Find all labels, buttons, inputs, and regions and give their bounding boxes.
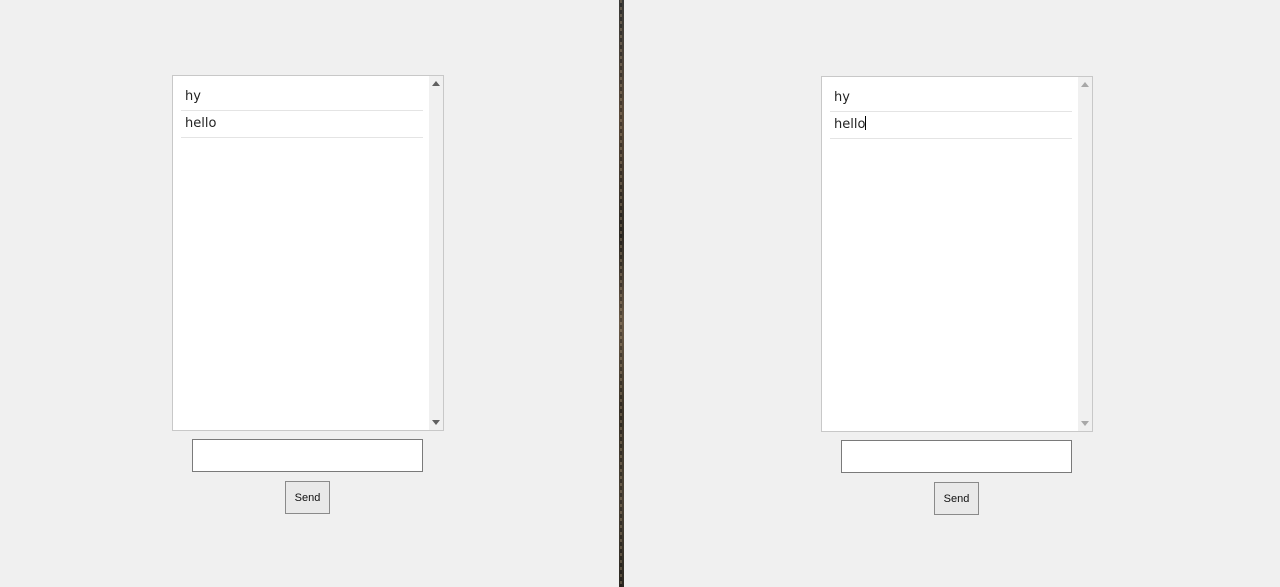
send-button[interactable]: Send xyxy=(285,481,330,514)
scroll-down-icon[interactable] xyxy=(1081,421,1089,426)
message-text: hy xyxy=(834,90,850,105)
message-list[interactable]: hy hello xyxy=(172,75,444,431)
message-input[interactable] xyxy=(192,439,423,472)
text-caret xyxy=(865,116,867,130)
right-chat-window: hy hello Send xyxy=(624,0,1280,587)
message-list[interactable]: hy hello xyxy=(821,76,1093,432)
list-item[interactable]: hy xyxy=(830,85,1072,112)
left-chat-window: hy hello Send xyxy=(0,0,619,587)
scroll-up-icon[interactable] xyxy=(432,81,440,86)
vertical-scrollbar[interactable] xyxy=(429,76,443,430)
message-text: hello xyxy=(834,117,866,132)
scroll-down-icon[interactable] xyxy=(432,420,440,425)
message-input[interactable] xyxy=(841,440,1072,473)
list-item[interactable]: hello xyxy=(830,112,1072,139)
message-items: hy hello xyxy=(830,85,1072,139)
send-button[interactable]: Send xyxy=(934,482,979,515)
message-text: hy xyxy=(185,89,201,104)
vertical-scrollbar[interactable] xyxy=(1078,77,1092,431)
message-items: hy hello xyxy=(181,84,423,138)
list-item[interactable]: hy xyxy=(181,84,423,111)
list-item[interactable]: hello xyxy=(181,111,423,138)
scroll-up-icon[interactable] xyxy=(1081,82,1089,87)
message-text: hello xyxy=(185,116,217,131)
